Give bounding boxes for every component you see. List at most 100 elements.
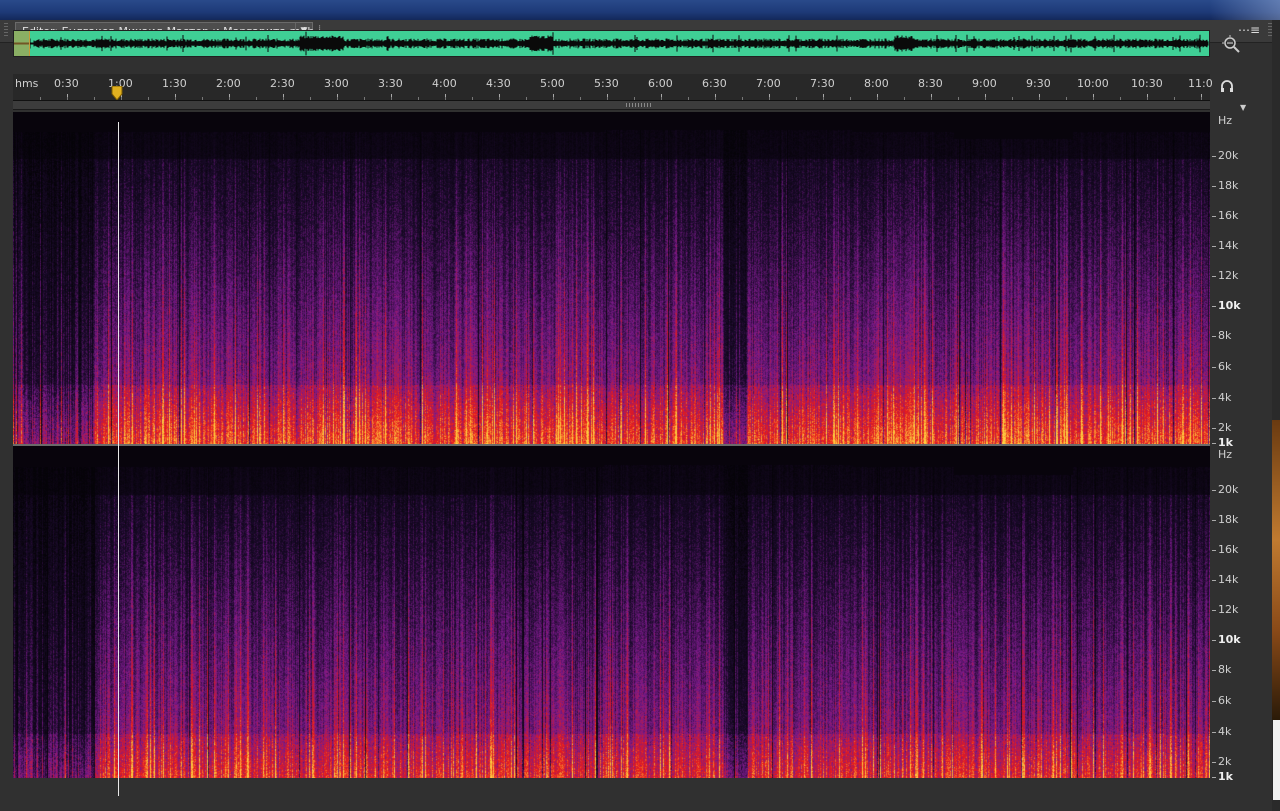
ruler-tick-label: 4:00 — [432, 77, 457, 90]
frequency-tick — [1212, 640, 1216, 641]
ruler-minor-tick — [1147, 97, 1148, 100]
ruler-minor-tick — [661, 97, 662, 100]
frequency-label: 1k — [1218, 770, 1233, 783]
frequency-label: 2k — [1218, 755, 1232, 768]
ruler-minor-tick — [472, 97, 473, 100]
ruler-minor-tick — [499, 97, 500, 100]
ruler-minor-tick — [877, 97, 878, 100]
horizontal-zoom-bar[interactable] — [13, 101, 1210, 110]
ruler-tick-label: 10:30 — [1131, 77, 1163, 90]
ruler-minor-tick — [1120, 97, 1121, 100]
ruler-minor-tick — [175, 97, 176, 100]
frequency-label: 4k — [1218, 725, 1232, 738]
ruler-minor-tick — [553, 97, 554, 100]
overview-waveform-path — [14, 31, 1209, 56]
ruler-minor-tick — [850, 97, 851, 100]
frequency-tick — [1212, 550, 1216, 551]
frequency-label: 8k — [1218, 329, 1232, 342]
overview-visible-range[interactable] — [14, 31, 30, 56]
zoom-bar-grip[interactable] — [626, 103, 652, 107]
ruler-minor-tick — [769, 97, 770, 100]
zoom-fit-icon[interactable] — [1221, 34, 1241, 54]
frequency-label: 20k — [1218, 483, 1239, 496]
ruler-minor-tick — [904, 97, 905, 100]
background-desktop-white — [1273, 720, 1280, 800]
ruler-minor-tick — [67, 97, 68, 100]
ruler-tick-label: 7:30 — [810, 77, 835, 90]
frequency-label: 10k — [1218, 633, 1241, 646]
ruler-minor-tick — [445, 97, 446, 100]
ruler-minor-tick — [283, 97, 284, 100]
window-titlebar[interactable] — [0, 0, 1280, 20]
frequency-unit-label: Hz — [1218, 448, 1233, 461]
frequency-tick — [1212, 276, 1216, 277]
ruler-minor-tick — [256, 97, 257, 100]
ruler-minor-tick — [202, 97, 203, 100]
frequency-label: 4k — [1218, 391, 1232, 404]
scale-menu-chevron-icon[interactable]: ▼ — [1240, 103, 1246, 112]
spectral-channel-right[interactable] — [13, 446, 1210, 778]
ruler-tick-label: 8:00 — [864, 77, 889, 90]
ruler-minor-tick — [634, 97, 635, 100]
ruler-unit-label: hms — [15, 77, 39, 90]
ruler-tick-label: 2:00 — [216, 77, 241, 90]
frequency-label: 6k — [1218, 360, 1232, 373]
frequency-axis-right: Hz 20k 18k 16k 14k 12k 10k 8k 6k 4k 2k 1k — [1212, 446, 1280, 796]
frequency-label: 16k — [1218, 209, 1239, 222]
ruler-tick-label: 5:00 — [540, 77, 565, 90]
frequency-label: 18k — [1218, 179, 1239, 192]
frequency-axis-left: Hz 20k 18k 16k 14k 12k 10k 8k 6k 4k 2k 1k — [1212, 112, 1280, 449]
waveform-overview[interactable] — [13, 30, 1210, 57]
ruler-minor-tick — [823, 97, 824, 100]
frequency-tick — [1212, 701, 1216, 702]
frequency-label: 14k — [1218, 239, 1239, 252]
spectral-channel-left[interactable] — [13, 112, 1210, 444]
ruler-minor-tick — [607, 97, 608, 100]
spectrogram-right — [13, 446, 1210, 778]
ruler-tick-label: 6:30 — [702, 77, 727, 90]
headphone-icon[interactable] — [1219, 78, 1235, 94]
ruler-minor-tick — [580, 97, 581, 100]
ruler-tick-label: 9:00 — [972, 77, 997, 90]
ruler-tick-label: 0:30 — [54, 77, 79, 90]
frequency-tick — [1212, 490, 1216, 491]
frequency-tick — [1212, 520, 1216, 521]
frequency-tick — [1212, 428, 1216, 429]
ruler-minor-tick — [1093, 97, 1094, 100]
frequency-tick — [1212, 443, 1216, 444]
frequency-tick — [1212, 610, 1216, 611]
overview-waveform — [14, 31, 1209, 56]
frequency-tick — [1212, 186, 1216, 187]
frequency-tick — [1212, 762, 1216, 763]
time-ruler[interactable]: hms 0:30 1:00 1:30 2:00 2:30 3:00 3:30 4:00 4:30… — [13, 74, 1213, 101]
ruler-minor-tick — [742, 97, 743, 100]
titlebar-gradient — [1210, 0, 1280, 20]
ruler-tick-label: 4:30 — [486, 77, 511, 90]
frequency-tick — [1212, 777, 1216, 778]
panel-menu-icon[interactable]: ⋯≡ — [1238, 23, 1260, 37]
ruler-minor-tick — [1012, 97, 1013, 100]
ruler-tick-label: 5:30 — [594, 77, 619, 90]
frequency-tick — [1212, 732, 1216, 733]
frequency-label: 18k — [1218, 513, 1239, 526]
spectrogram-left — [13, 112, 1210, 444]
ruler-minor-tick — [229, 97, 230, 100]
ruler-minor-tick — [94, 97, 95, 100]
frequency-label: 20k — [1218, 149, 1239, 162]
frequency-label: 16k — [1218, 543, 1239, 556]
ruler-minor-tick — [418, 97, 419, 100]
ruler-tick-label: 3:30 — [378, 77, 403, 90]
frequency-tick — [1212, 670, 1216, 671]
ruler-tick-label: 6:00 — [648, 77, 673, 90]
playhead-marker[interactable] — [111, 86, 123, 100]
ruler-tick-label: 11:0 — [1188, 77, 1213, 90]
panel-drag-grip[interactable] — [4, 23, 8, 37]
frequency-tick — [1212, 156, 1216, 157]
ruler-minor-tick — [40, 97, 41, 100]
frequency-tick — [1212, 216, 1216, 217]
ruler-tick-label: 7:00 — [756, 77, 781, 90]
frequency-tick — [1212, 246, 1216, 247]
playhead-line[interactable] — [118, 122, 119, 796]
ruler-minor-tick — [391, 97, 392, 100]
frequency-tick — [1212, 398, 1216, 399]
